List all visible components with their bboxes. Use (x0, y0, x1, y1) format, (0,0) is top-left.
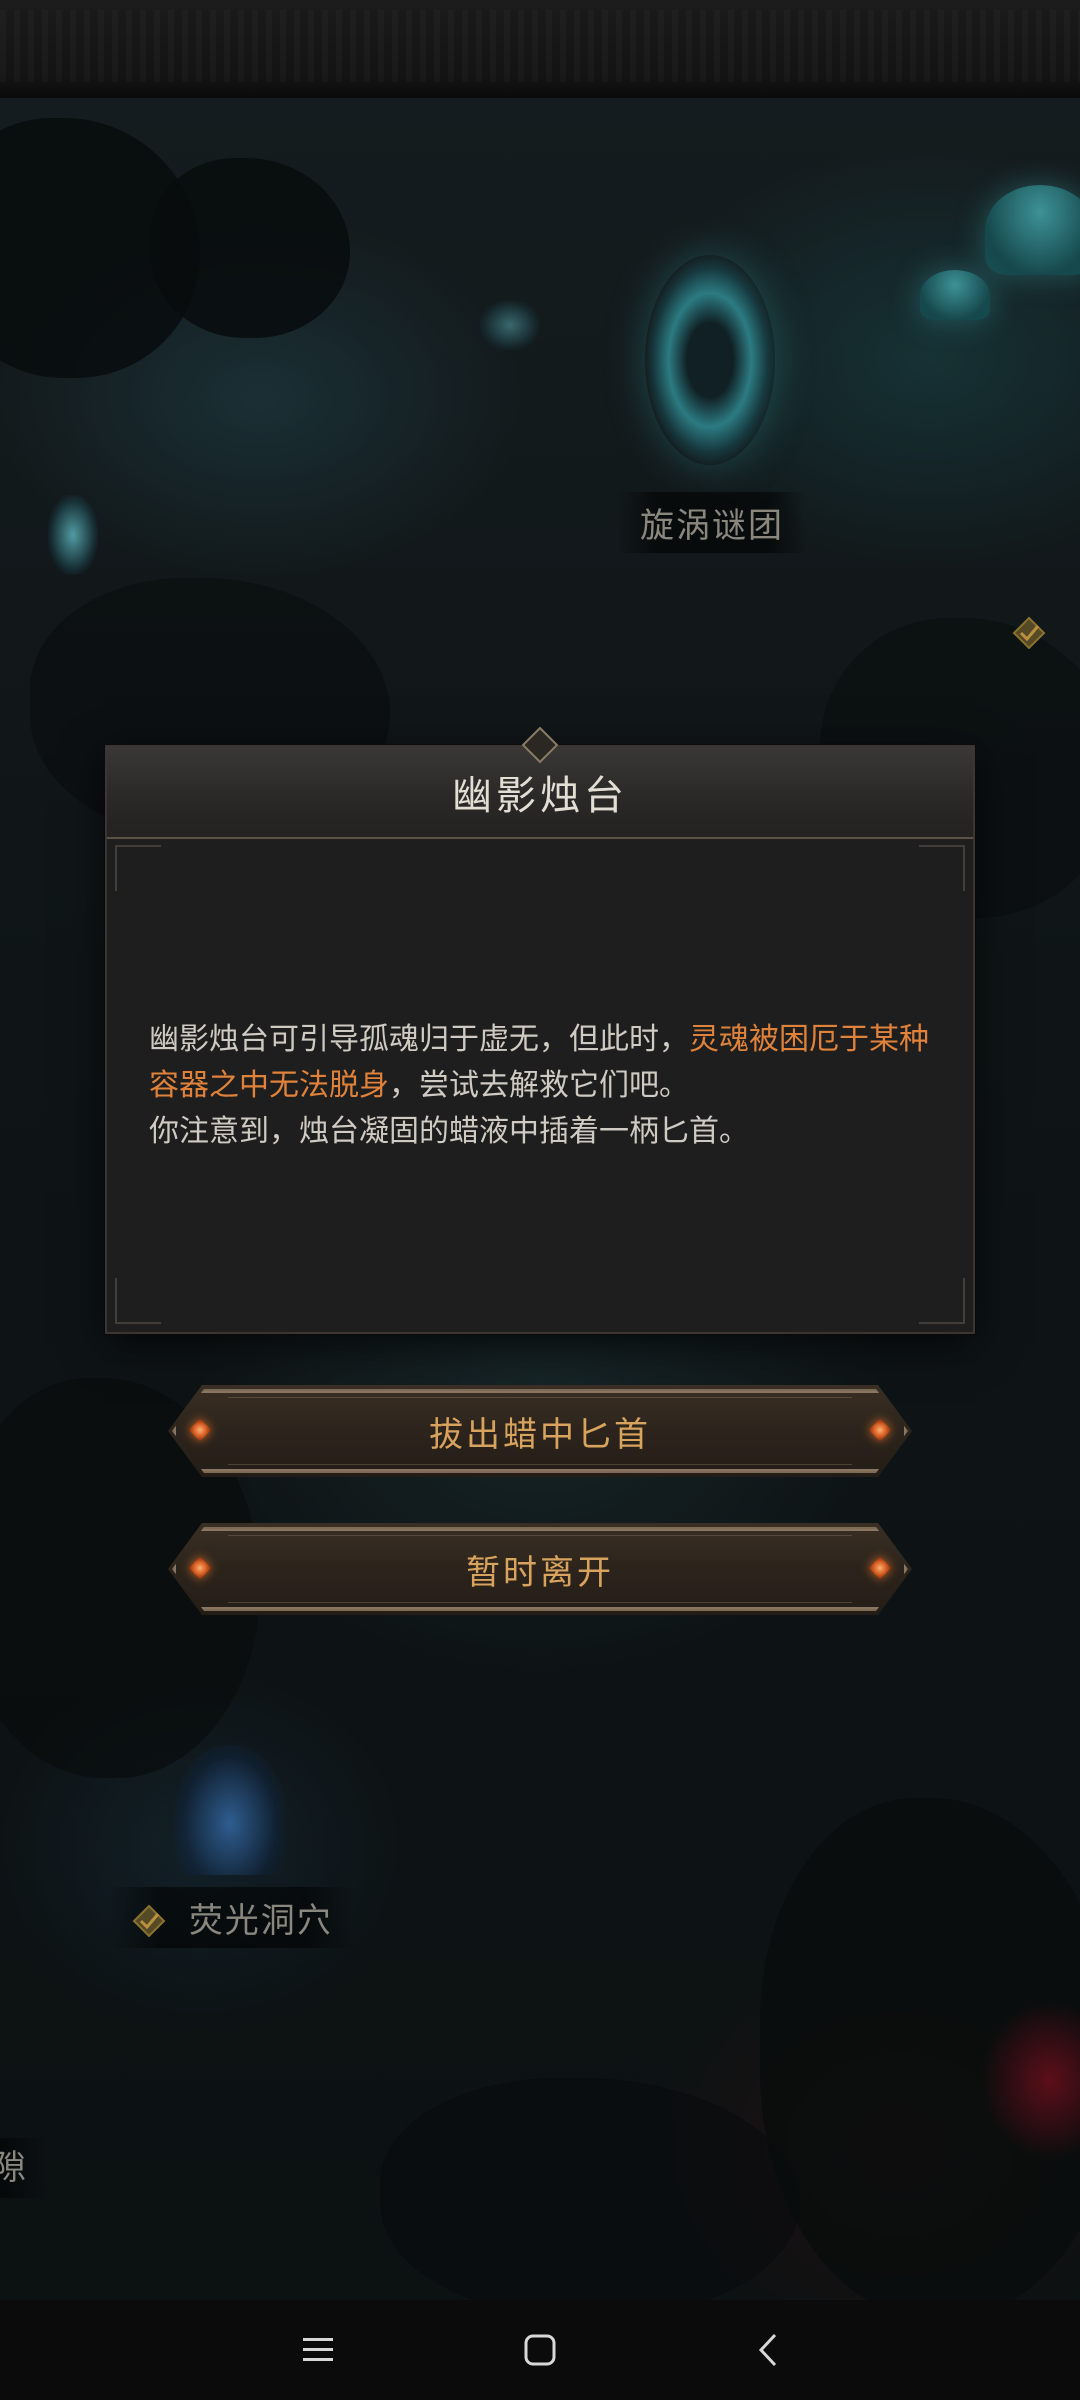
dialog-description: 幽影烛台可引导孤魂归于虚无，但此时，灵魂被困厄于某种容器之中无法脱身，尝试去解救… (149, 1017, 939, 1155)
option-label: 拔出蜡中匕首 (429, 1414, 651, 1455)
back-button[interactable] (728, 2320, 808, 2380)
system-navigation-bar (0, 2300, 1080, 2400)
dialog-title: 幽影烛台 (452, 773, 628, 819)
top-decorative-bar (0, 0, 1080, 101)
back-icon (758, 2333, 777, 2367)
menu-icon (303, 2338, 333, 2361)
home-icon (524, 2334, 556, 2366)
game-screen: 旋涡谜团 荧光洞穴 隙 幽影烛台 幽影烛台可引导孤魂归于虚无，但此时，灵魂被困厄… (0, 0, 1080, 2400)
corner-ornament (919, 1278, 965, 1324)
option-button-pull-dagger[interactable]: 拔出蜡中匕首 (168, 1385, 912, 1477)
description-text: 你注意到，烛台凝固的蜡液中插着一柄匕首。 (149, 1114, 749, 1149)
corner-ornament (919, 845, 965, 891)
description-text: 幽影烛台可引导孤魂归于虚无，但此时， (149, 1022, 689, 1057)
option-button-leave[interactable]: 暂时离开 (168, 1523, 912, 1615)
option-label: 暂时离开 (466, 1552, 614, 1593)
home-button[interactable] (500, 2320, 580, 2380)
corner-ornament (115, 1278, 161, 1324)
description-text: ，尝试去解救它们吧。 (389, 1068, 689, 1103)
corner-ornament (115, 845, 161, 891)
recent-apps-button[interactable] (278, 2320, 358, 2380)
event-dialog: 幽影烛台 幽影烛台可引导孤魂归于虚无，但此时，灵魂被困厄于某种容器之中无法脱身，… (105, 745, 975, 1334)
